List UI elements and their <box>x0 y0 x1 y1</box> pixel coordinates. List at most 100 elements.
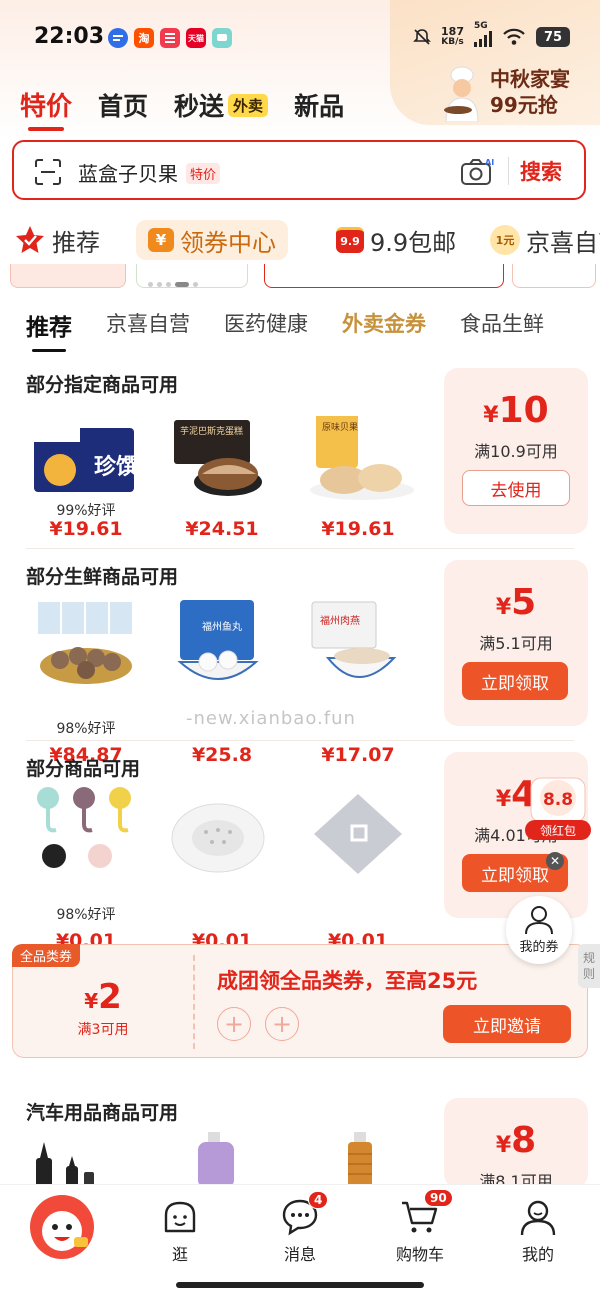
profile-icon <box>520 1200 556 1236</box>
claim-coupon-button[interactable]: 立即领取 <box>462 662 568 700</box>
scan-icon[interactable] <box>34 158 62 186</box>
coupon-condition: 满5.1可用 <box>479 634 553 653</box>
product-rating: 98%好评 <box>56 907 116 923</box>
coupon-amount-value: 10 <box>498 390 549 431</box>
promo-line2: 99元抢 <box>490 93 558 117</box>
tab-new[interactable]: 新品 <box>294 87 344 123</box>
filter-tab-health[interactable]: 医药健康 <box>224 308 308 342</box>
product-image-label: 福州肉燕 <box>320 614 360 627</box>
red-packet-amount: 8.8 <box>543 790 573 810</box>
bottom-nav-jd[interactable] <box>22 1193 102 1265</box>
page: 22:03 淘 天猫 187 KB/s 5G 75 中秋家宴 99元抢 特价 首… <box>0 0 600 1302</box>
peek-card-3[interactable] <box>264 264 504 288</box>
bottom-nav-profile[interactable]: 我的 <box>498 1197 578 1265</box>
add-member-icon[interactable]: + <box>265 1007 299 1041</box>
banner-pagination <box>148 282 198 287</box>
my-coupon-button[interactable]: 我的券 <box>506 896 572 964</box>
search-query-tag: 特价 <box>186 163 221 184</box>
tab-home[interactable]: 首页 <box>98 87 148 123</box>
top-nav-tabs: 特价 首页 秒送 外卖 新品 <box>20 86 344 131</box>
message-app-icon <box>108 28 128 48</box>
notification-icons: 淘 天猫 <box>108 28 232 48</box>
product-price: ¥19.61 <box>321 518 395 540</box>
search-bar[interactable]: 蓝盒子贝果 特价 AI 搜索 <box>12 140 586 200</box>
filter-tab-takeout[interactable]: 外卖金券 <box>342 308 426 342</box>
promo-line1: 中秋家宴 <box>490 67 570 91</box>
product-image <box>348 1132 372 1188</box>
wifi-icon <box>503 28 525 45</box>
section-title: 汽车用品商品可用 <box>26 1102 179 1124</box>
section-divider <box>26 548 574 549</box>
coupon-amount: ¥5 <box>444 582 588 623</box>
rules-tab[interactable]: 规则 <box>578 944 600 988</box>
product-price: ¥19.61 <box>49 518 123 540</box>
coupon-dashed-divider <box>193 955 195 1049</box>
filter-tab-jingxi[interactable]: 京喜自营 <box>106 308 190 342</box>
chef-icon <box>444 66 479 122</box>
section-divider <box>26 740 574 741</box>
red-packet-icon[interactable]: 8.8 领红包 <box>525 774 591 844</box>
watermark-text: -new.xianbao.fun <box>186 708 356 729</box>
category-jingxi[interactable]: 1元 京喜自营 <box>490 220 600 260</box>
tab-tejia[interactable]: 特价 <box>20 86 72 131</box>
search-input[interactable]: 蓝盒子贝果 特价 <box>78 158 221 187</box>
camera-icon[interactable]: AI <box>460 156 494 186</box>
chat-app-icon <box>212 28 232 48</box>
category-jingxi-label: 京喜自营 <box>526 228 600 257</box>
invite-button[interactable]: 立即邀请 <box>443 1005 571 1043</box>
peek-card-1[interactable] <box>10 264 126 288</box>
add-member-icon[interactable]: + <box>217 1007 251 1041</box>
coupon-card: ¥10 满10.9可用 去使用 <box>444 368 588 534</box>
product-image: 珍馔 <box>34 428 138 492</box>
group-coupon-card: 全品类券 ¥2 满3可用 成团领全品类券，至高25元 + + 立即邀请 <box>12 944 588 1058</box>
net-speed-unit: KB/s <box>441 37 464 47</box>
category-recommend-label: 推荐 <box>52 228 100 257</box>
status-bar: 22:03 淘 天猫 187 KB/s 5G 75 <box>0 0 600 70</box>
coupon-currency: ¥ <box>483 403 499 428</box>
coupon-amount: ¥10 <box>444 390 588 431</box>
bottom-nav-messages[interactable]: 消息 4 <box>260 1191 340 1265</box>
status-right: 187 KB/s 5G 75 <box>413 21 570 48</box>
search-query: 蓝盒子贝果 <box>78 162 178 186</box>
tab-miaosong[interactable]: 秒送 外卖 <box>174 87 269 123</box>
product-image: 原味贝果 <box>310 416 414 500</box>
search-button[interactable]: 搜索 <box>520 156 562 186</box>
product-rating: 99%好评 <box>56 503 116 519</box>
bottom-nav-messages-label: 消息 <box>283 1245 316 1264</box>
coupon-condition: 满10.9可用 <box>474 442 558 461</box>
category-free-shipping[interactable]: 9.9 9.9包邮 <box>336 220 456 260</box>
category-strip: 推荐 ¥ 领券中心 9.9 9.9包邮 1元 京喜自营 <box>0 210 600 268</box>
product-image: 芋泥巴斯克蛋糕 <box>174 420 262 496</box>
bottom-nav-cart[interactable]: 购物车 90 <box>380 1189 460 1265</box>
bottom-nav-browse[interactable]: 逛 <box>140 1197 220 1265</box>
user-icon <box>525 906 553 935</box>
product-image <box>36 1142 94 1188</box>
group-coupon-amount: ¥2 <box>13 977 193 1017</box>
category-free-shipping-label: 9.9包邮 <box>370 228 457 257</box>
product-image <box>198 1132 234 1188</box>
use-coupon-button[interactable]: 去使用 <box>462 470 570 506</box>
taobao-icon: 淘 <box>134 28 154 48</box>
group-coupon-condition: 满3可用 <box>77 1022 129 1038</box>
group-coupon-amount-value: 2 <box>98 977 122 1017</box>
all-category-tag: 全品类券 <box>12 944 81 967</box>
filter-tab-recommend[interactable]: 推荐 <box>26 308 72 352</box>
section-title: 部分生鲜商品可用 <box>26 566 179 588</box>
coupon-card: ¥5 满5.1可用 立即领取 <box>444 560 588 726</box>
product-rating: 98%好评 <box>56 721 116 737</box>
promo-text[interactable]: 中秋家宴 99元抢 <box>490 66 570 118</box>
product-price: ¥24.51 <box>185 518 259 540</box>
filter-tab-food[interactable]: 食品生鲜 <box>460 308 544 342</box>
battery-icon: 75 <box>536 27 570 47</box>
signal-icon: 5G <box>474 21 492 47</box>
product-image-label: 福州鱼丸 <box>202 620 242 633</box>
price-99-icon: 9.9 <box>336 227 364 253</box>
category-recommend[interactable]: 推荐 <box>14 220 100 260</box>
product-image <box>314 794 402 874</box>
coupon-currency: ¥ <box>495 1133 512 1158</box>
category-coupon-center[interactable]: ¥ 领券中心 <box>136 220 288 260</box>
peek-card-4[interactable] <box>512 264 596 288</box>
red-packet-label: 领红包 <box>540 823 576 838</box>
message-badge: 4 <box>308 1191 329 1209</box>
close-icon[interactable]: ✕ <box>546 852 564 870</box>
